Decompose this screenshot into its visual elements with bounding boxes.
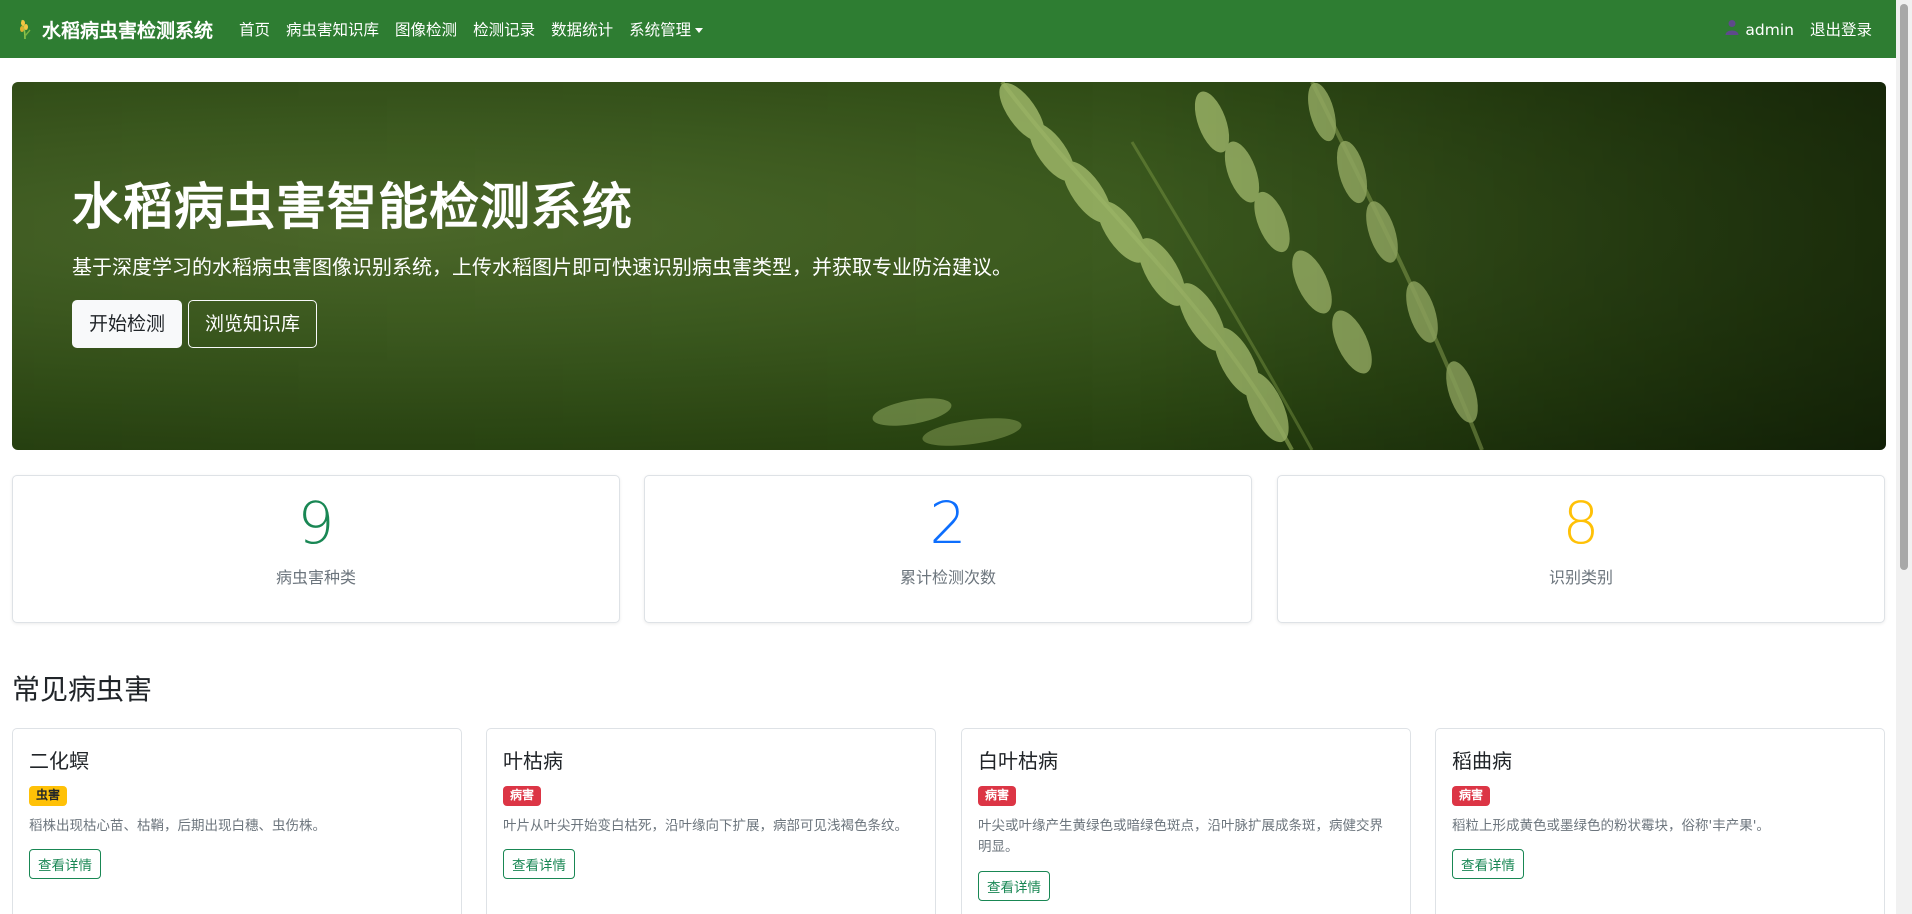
rice-icon bbox=[20, 19, 31, 40]
pest-card: 稻曲病 病害 稻粒上形成黄色或墨绿色的粉状霉块，俗称'丰产果'。 查看详情 bbox=[1435, 728, 1885, 914]
pest-description: 稻粒上形成黄色或墨绿色的粉状霉块，俗称'丰产果'。 bbox=[1452, 817, 1770, 834]
view-details-button[interactable]: 查看详情 bbox=[1452, 849, 1524, 880]
hero-buttons: 开始检测 浏览知识库 bbox=[72, 300, 1012, 348]
view-details-button[interactable]: 查看详情 bbox=[29, 849, 101, 880]
username: admin bbox=[1745, 21, 1794, 39]
scrollbar-thumb[interactable] bbox=[1900, 4, 1908, 570]
stat-card-pest-types: 9 病虫害种类 bbox=[12, 475, 620, 623]
pest-description: 稻株出现枯心苗、枯鞘，后期出现白穗、虫伤株。 bbox=[29, 817, 326, 834]
pest-name: 白叶枯病 bbox=[978, 749, 1058, 773]
nav-statistics[interactable]: 数据统计 bbox=[551, 18, 613, 40]
hero-content: 水稻病虫害智能检测系统 基于深度学习的水稻病虫害图像识别系统，上传水稻图片即可快… bbox=[72, 177, 1012, 348]
browse-knowledge-button[interactable]: 浏览知识库 bbox=[188, 300, 318, 348]
nav-system-management[interactable]: 系统管理 bbox=[629, 18, 704, 40]
stat-label: 病虫害种类 bbox=[275, 567, 356, 587]
category-badge: 虫害 bbox=[29, 786, 68, 806]
pest-description: 叶尖或叶缘产生黄绿色或暗绿色斑点，沿叶脉扩展成条斑，病健交界明显。 bbox=[978, 817, 1383, 856]
pest-card: 白叶枯病 病害 叶尖或叶缘产生黄绿色或暗绿色斑点，沿叶脉扩展成条斑，病健交界明显… bbox=[961, 728, 1411, 914]
pest-card: 二化螟 虫害 稻株出现枯心苗、枯鞘，后期出现白穗、虫伤株。 查看详情 bbox=[12, 728, 462, 914]
logout-link[interactable]: 退出登录 bbox=[1810, 18, 1872, 40]
stat-card-categories: 8 识别类别 bbox=[1277, 475, 1885, 623]
nav-image-detection[interactable]: 图像检测 bbox=[395, 18, 457, 40]
pest-name: 叶枯病 bbox=[503, 749, 563, 773]
nav-detection-records[interactable]: 检测记录 bbox=[473, 18, 535, 40]
hero-banner: 水稻病虫害智能检测系统 基于深度学习的水稻病虫害图像识别系统，上传水稻图片即可快… bbox=[12, 82, 1886, 450]
user-menu[interactable]: admin bbox=[1725, 19, 1794, 39]
stat-label: 累计检测次数 bbox=[899, 567, 996, 587]
nav-user-area: admin 退出登录 bbox=[1717, 18, 1880, 40]
nav-knowledge-base[interactable]: 病虫害知识库 bbox=[286, 18, 379, 40]
category-badge: 病害 bbox=[978, 786, 1017, 806]
stat-label: 识别类别 bbox=[1548, 567, 1613, 587]
pest-name: 稻曲病 bbox=[1452, 749, 1512, 773]
pest-card: 叶枯病 病害 叶片从叶尖开始变白枯死，沿叶缘向下扩展，病部可见浅褐色条纹。 查看… bbox=[486, 728, 936, 914]
hero-title: 水稻病虫害智能检测系统 bbox=[72, 178, 633, 236]
view-details-button[interactable]: 查看详情 bbox=[978, 870, 1050, 901]
pest-description: 叶片从叶尖开始变白枯死，沿叶缘向下扩展，病部可见浅褐色条纹。 bbox=[503, 817, 908, 834]
caret-down-icon bbox=[695, 28, 704, 33]
category-badge: 病害 bbox=[1452, 786, 1491, 806]
category-badge: 病害 bbox=[503, 786, 542, 806]
view-details-button[interactable]: 查看详情 bbox=[503, 849, 575, 880]
user-icon bbox=[1725, 20, 1739, 35]
top-navbar: 水稻病虫害检测系统 首页 病虫害知识库 图像检测 检测记录 数据统计 系统管理 … bbox=[0, 0, 1896, 58]
hero-subtitle: 基于深度学习的水稻病虫害图像识别系统，上传水稻图片即可快速识别病虫害类型，并获取… bbox=[72, 255, 1012, 279]
page-scrollbar[interactable] bbox=[1896, 0, 1912, 914]
stat-card-detection-count: 2 累计检测次数 bbox=[644, 475, 1252, 623]
stat-value: 2 bbox=[929, 489, 967, 557]
section-title: 常见病虫害 bbox=[12, 673, 153, 706]
brand-title: 水稻病虫害检测系统 bbox=[42, 19, 214, 42]
nav-home[interactable]: 首页 bbox=[239, 18, 270, 40]
brand-link[interactable]: 水稻病虫害检测系统 bbox=[16, 16, 213, 43]
pest-name: 二化螟 bbox=[29, 749, 89, 773]
stat-value: 9 bbox=[297, 489, 335, 557]
stat-value: 8 bbox=[1562, 489, 1600, 557]
nav-system-management-label: 系统管理 bbox=[629, 21, 692, 39]
start-detection-button[interactable]: 开始检测 bbox=[72, 300, 183, 348]
